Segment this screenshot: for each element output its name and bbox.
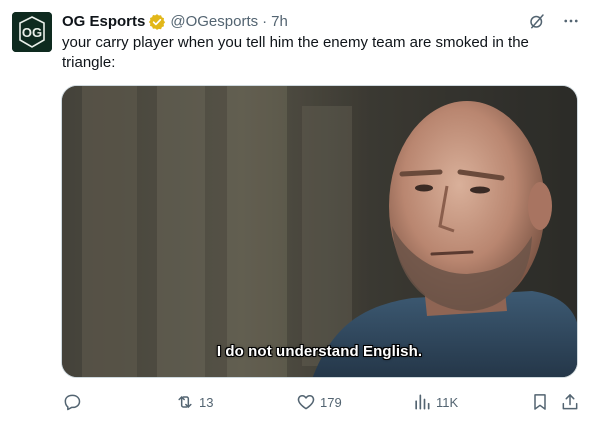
bookmark-icon	[530, 392, 550, 412]
grok-icon[interactable]	[527, 11, 547, 31]
like-count: 179	[320, 394, 342, 410]
repost-button[interactable]: 13	[175, 392, 213, 412]
views-bar-chart-icon	[412, 392, 432, 412]
repost-count: 13	[199, 394, 214, 410]
tweet-media-image[interactable]: I do not understand English.	[61, 85, 578, 378]
views-count: 11K	[436, 394, 459, 410]
header-actions	[527, 11, 581, 31]
reply-icon	[62, 392, 82, 412]
tweet-text: your carry player when you tell him the …	[62, 34, 529, 71]
avatar[interactable]: OG	[12, 12, 52, 52]
separator-dot: ·	[262, 13, 268, 30]
video-subtitle: I do not understand English.	[216, 343, 423, 360]
share-button[interactable]	[560, 392, 580, 412]
author-handle[interactable]: @OGesports	[170, 12, 258, 32]
og-logo-icon: OG	[12, 12, 52, 52]
svg-text:OG: OG	[22, 25, 42, 40]
meme-still-image	[62, 86, 577, 377]
tweet[interactable]: OG OG Esports @OGesports · 7h your carry…	[0, 0, 597, 422]
author-name[interactable]: OG Esports	[62, 12, 145, 32]
heart-icon	[296, 392, 316, 412]
share-icon	[560, 392, 580, 412]
tweet-header: OG Esports @OGesports · 7h	[62, 11, 581, 33]
tweet-actions-bar: 13 179 11K	[60, 392, 585, 414]
repost-icon	[175, 392, 195, 412]
reply-button[interactable]	[62, 392, 86, 412]
views-button[interactable]: 11K	[412, 392, 458, 412]
post-timestamp[interactable]: 7h	[271, 12, 288, 32]
like-button[interactable]: 179	[296, 392, 342, 412]
more-dots-icon[interactable]	[561, 11, 581, 31]
verified-badge-icon	[148, 13, 166, 31]
bookmark-button[interactable]	[530, 392, 550, 412]
